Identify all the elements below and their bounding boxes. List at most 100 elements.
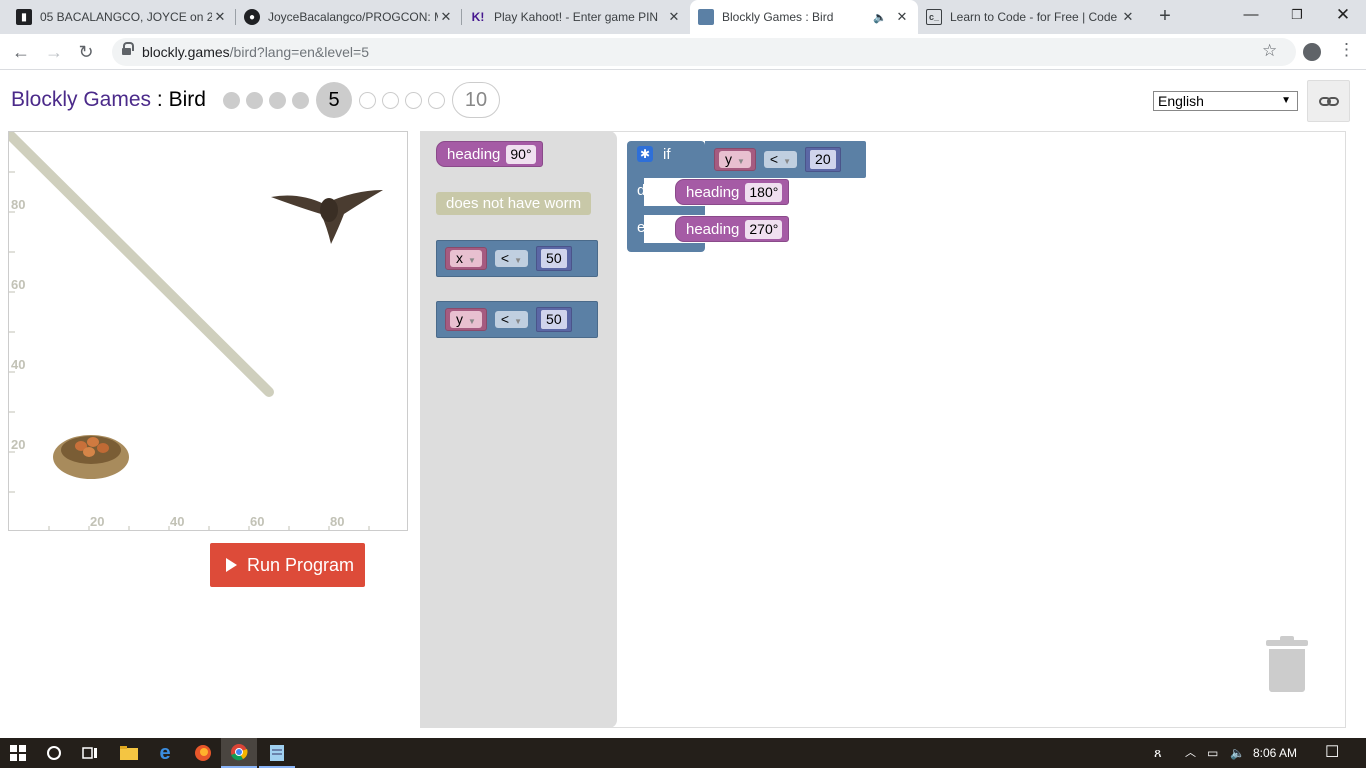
run-program-button[interactable]: Run Program: [210, 543, 365, 587]
var-dropdown[interactable]: x ▼: [450, 250, 482, 267]
y-axis-label: 60: [11, 277, 26, 292]
x-axis-label: 80: [330, 514, 345, 529]
freecodecamp-icon: c_: [926, 9, 942, 25]
number-block[interactable]: 50: [536, 307, 572, 332]
tab-title: Learn to Code - for Free | Code: [950, 10, 1118, 24]
var-block[interactable]: y ▼: [714, 148, 756, 171]
angle-field[interactable]: 180°: [745, 182, 783, 202]
level-dot[interactable]: [359, 91, 376, 109]
toolbox-compare-x-block[interactable]: x ▼ < ▼ 50: [436, 240, 598, 277]
clock[interactable]: 8:06 AM: [1253, 738, 1297, 768]
menu-kebab-icon[interactable]: ⋮: [1338, 40, 1355, 60]
close-icon[interactable]: ✕: [894, 9, 910, 25]
game-canvas: [9, 132, 383, 530]
else-label: else: [637, 219, 665, 236]
language-select[interactable]: English ▼: [1153, 91, 1298, 111]
back-arrow-icon[interactable]: ←: [9, 40, 33, 64]
x-axis-label: 40: [170, 514, 185, 529]
y-axis-label: 20: [11, 437, 26, 452]
angle-field[interactable]: 90°: [506, 144, 536, 164]
tab-title: JoyceBacalangco/PROGCON: M: [268, 10, 438, 24]
tab-github[interactable]: ● JoyceBacalangco/PROGCON: M ✕: [236, 0, 462, 34]
notepad-icon[interactable]: [259, 738, 295, 768]
block-label: heading: [686, 183, 740, 201]
window-close-icon[interactable]: ✕: [1320, 0, 1366, 34]
var-dropdown[interactable]: y ▼: [450, 311, 482, 328]
level-dot[interactable]: [382, 91, 399, 109]
condition-compare-block[interactable]: y ▼ < ▼ 20: [714, 147, 841, 172]
block-label: heading: [447, 145, 501, 163]
var-block[interactable]: x ▼: [445, 247, 487, 270]
bookmark-star-icon[interactable]: ☆: [1262, 41, 1277, 61]
toolbox-worm-block[interactable]: does not have worm: [436, 192, 592, 215]
volume-icon[interactable]: 🔈: [1230, 738, 1245, 768]
current-level: 5: [316, 82, 352, 118]
level-dot[interactable]: [269, 91, 286, 109]
else-heading-block[interactable]: heading 270°: [675, 216, 790, 242]
level-dot[interactable]: [292, 91, 309, 109]
close-icon[interactable]: ✕: [212, 9, 228, 25]
windows-start-icon[interactable]: [0, 738, 36, 768]
file-explorer-icon[interactable]: [111, 738, 147, 768]
new-tab-icon[interactable]: +: [1153, 5, 1177, 29]
url-host: blockly.games: [142, 44, 230, 60]
minimize-icon[interactable]: —: [1228, 0, 1274, 34]
brand-link[interactable]: Blockly Games: [11, 88, 151, 111]
angle-field[interactable]: 270°: [745, 219, 783, 239]
url-text[interactable]: blockly.games/bird?lang=en&level=5: [142, 44, 369, 60]
link-button[interactable]: [1307, 80, 1350, 122]
restore-icon[interactable]: ❐: [1274, 0, 1320, 34]
account-icon[interactable]: [1303, 43, 1321, 61]
last-level[interactable]: 10: [452, 82, 500, 118]
reload-icon[interactable]: ↻: [74, 40, 98, 64]
people-icon[interactable]: ጸ: [1154, 738, 1162, 768]
number-block[interactable]: 20: [805, 147, 841, 172]
address-bar[interactable]: blockly.games/bird?lang=en&level=5 ☆: [112, 38, 1296, 66]
level-dot[interactable]: [223, 91, 240, 109]
title-separator: :: [151, 88, 169, 111]
close-icon[interactable]: ✕: [438, 9, 454, 25]
var-block[interactable]: y ▼: [445, 308, 487, 331]
operator-dropdown[interactable]: < ▼: [763, 151, 798, 168]
toolbox-compare-y-block[interactable]: y ▼ < ▼ 50: [436, 301, 598, 338]
tab-kahoot[interactable]: K! Play Kahoot! - Enter game PIN ✕: [462, 0, 690, 34]
level-dot[interactable]: [246, 91, 263, 109]
forward-arrow-icon[interactable]: →: [42, 40, 66, 64]
close-icon[interactable]: ✕: [1120, 9, 1136, 25]
tab-strip: ▮ 05 BACALANGCO, JOYCE on 20 ✕ ● JoyceBa…: [0, 0, 1366, 34]
speaker-icon[interactable]: 🔈: [872, 11, 888, 24]
task-view-icon[interactable]: [72, 738, 108, 768]
blockly-icon: [698, 9, 714, 25]
tab-freecodecamp[interactable]: c_ Learn to Code - for Free | Code ✕: [918, 0, 1144, 34]
operator-dropdown[interactable]: < ▼: [494, 250, 529, 267]
gear-icon[interactable]: ✱: [637, 146, 653, 162]
page-title: Blockly Games : Bird: [11, 88, 206, 112]
notification-icon[interactable]: ☐: [1325, 738, 1339, 768]
number-field[interactable]: 50: [541, 249, 567, 268]
var-dropdown[interactable]: y ▼: [719, 151, 751, 168]
search-icon[interactable]: [36, 738, 72, 768]
number-field[interactable]: 20: [810, 150, 836, 169]
toolbox-heading-block[interactable]: heading 90°: [436, 141, 543, 167]
do-heading-block[interactable]: heading 180°: [675, 179, 790, 205]
level-dot[interactable]: [428, 91, 445, 109]
number-block[interactable]: 50: [536, 246, 572, 271]
number-field[interactable]: 50: [541, 310, 567, 329]
tab-classroom[interactable]: ▮ 05 BACALANGCO, JOYCE on 20 ✕: [8, 0, 236, 34]
tab-title: Play Kahoot! - Enter game PIN: [494, 10, 659, 24]
chevron-up-icon[interactable]: ︿: [1185, 738, 1196, 768]
chrome-icon[interactable]: [221, 738, 257, 768]
firefox-icon[interactable]: [185, 738, 221, 768]
tab-blockly[interactable]: Blockly Games : Bird 🔈 ✕: [690, 0, 918, 34]
network-icon[interactable]: ▭: [1207, 738, 1218, 768]
toolbox-flyout: [420, 131, 617, 728]
edge-icon[interactable]: e: [147, 738, 183, 768]
bird-icon: [271, 190, 383, 244]
trash-icon[interactable]: [1266, 636, 1308, 693]
operator-dropdown[interactable]: < ▼: [494, 311, 529, 328]
close-icon[interactable]: ✕: [666, 9, 682, 25]
if-label: if: [663, 146, 671, 163]
dropdown-arrow-icon: ▼: [1281, 95, 1291, 106]
wall-line: [9, 132, 274, 397]
level-dot[interactable]: [405, 91, 422, 109]
